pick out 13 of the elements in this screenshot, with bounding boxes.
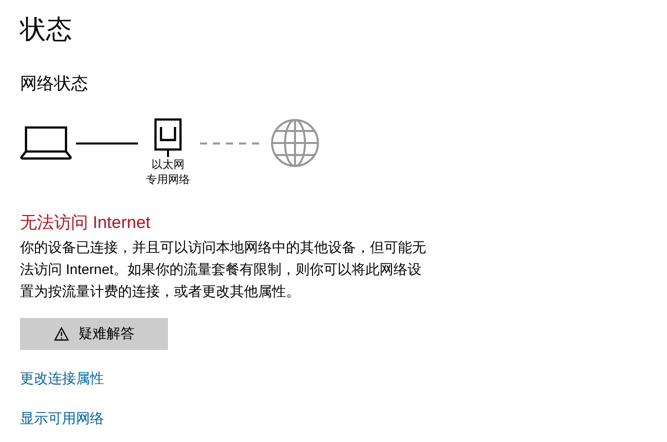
troubleshoot-button[interactable]: 疑难解答 <box>20 318 168 350</box>
status-description: 你的设备已连接，并且可以访问本地网络中的其他设备，但可能无法访问 Internet。如果你的流量套餐有限制，则你可以将此网络设置为按流量计费的连接，或者更改其他属性。 <box>20 238 427 301</box>
status-heading: 无法访问 Internet <box>20 212 150 234</box>
link[interactable]: 更改连接属性 <box>20 368 104 388</box>
globe-icon <box>270 118 320 168</box>
network-profile-label: 专用网络 <box>146 173 190 188</box>
link[interactable]: 显示可用网络 <box>20 408 104 428</box>
page-title: 状态 <box>20 13 72 46</box>
warning-icon <box>54 327 68 341</box>
ethernet-icon <box>154 118 182 158</box>
section-title: 网络状态 <box>20 73 88 95</box>
laptop-icon <box>20 126 72 160</box>
adapter-label: 以太网 <box>152 158 184 173</box>
